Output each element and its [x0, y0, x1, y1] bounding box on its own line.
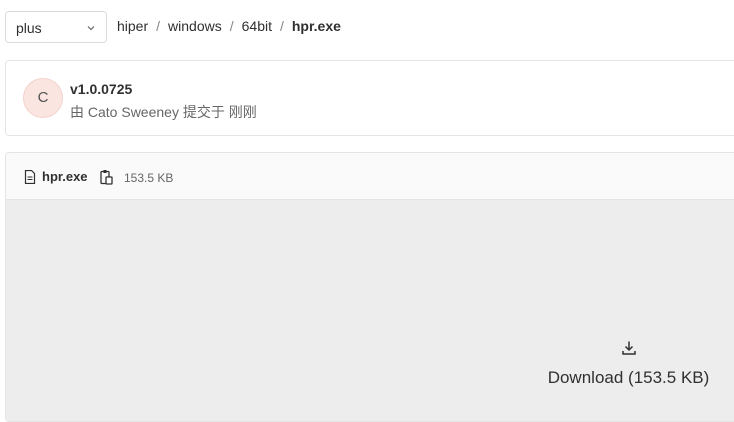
file-size: 153.5 KB [124, 171, 174, 185]
commit-title[interactable]: v1.0.0725 [70, 81, 132, 97]
file-viewer: hpr.exe 153.5 KB Download (153.5 KB) [5, 152, 734, 422]
branch-selector-value: plus [16, 20, 42, 36]
branch-selector[interactable]: plus [5, 11, 107, 43]
breadcrumb-separator: / [156, 18, 161, 34]
commit-meta: 由 Cato Sweeney 提交于 刚刚 [70, 104, 257, 120]
breadcrumb-item-64bit[interactable]: 64bit [242, 18, 272, 34]
download-label: Download (153.5 KB) [547, 368, 710, 387]
last-commit-card: C v1.0.0725 由 Cato Sweeney 提交于 刚刚 [5, 60, 734, 136]
chevron-down-icon [87, 26, 95, 31]
top-bar: plus hiper / windows / 64bit / hpr.exe [0, 0, 734, 56]
breadcrumb-separator: / [279, 18, 284, 34]
avatar[interactable]: C [23, 78, 63, 118]
download-icon [621, 341, 636, 355]
breadcrumb-current: hpr.exe [291, 18, 341, 34]
file-header: hpr.exe 153.5 KB [6, 153, 734, 200]
file-icon [24, 170, 36, 184]
breadcrumb: hiper / windows / 64bit / hpr.exe [117, 18, 341, 34]
download-link[interactable]: Download (153.5 KB) [536, 340, 721, 388]
copy-to-clipboard-icon[interactable] [100, 169, 113, 185]
breadcrumb-separator: / [229, 18, 234, 34]
file-body: Download (153.5 KB) [6, 200, 734, 421]
breadcrumb-item-hiper[interactable]: hiper [117, 18, 148, 34]
breadcrumb-item-windows[interactable]: windows [168, 18, 222, 34]
file-name: hpr.exe [42, 169, 88, 184]
